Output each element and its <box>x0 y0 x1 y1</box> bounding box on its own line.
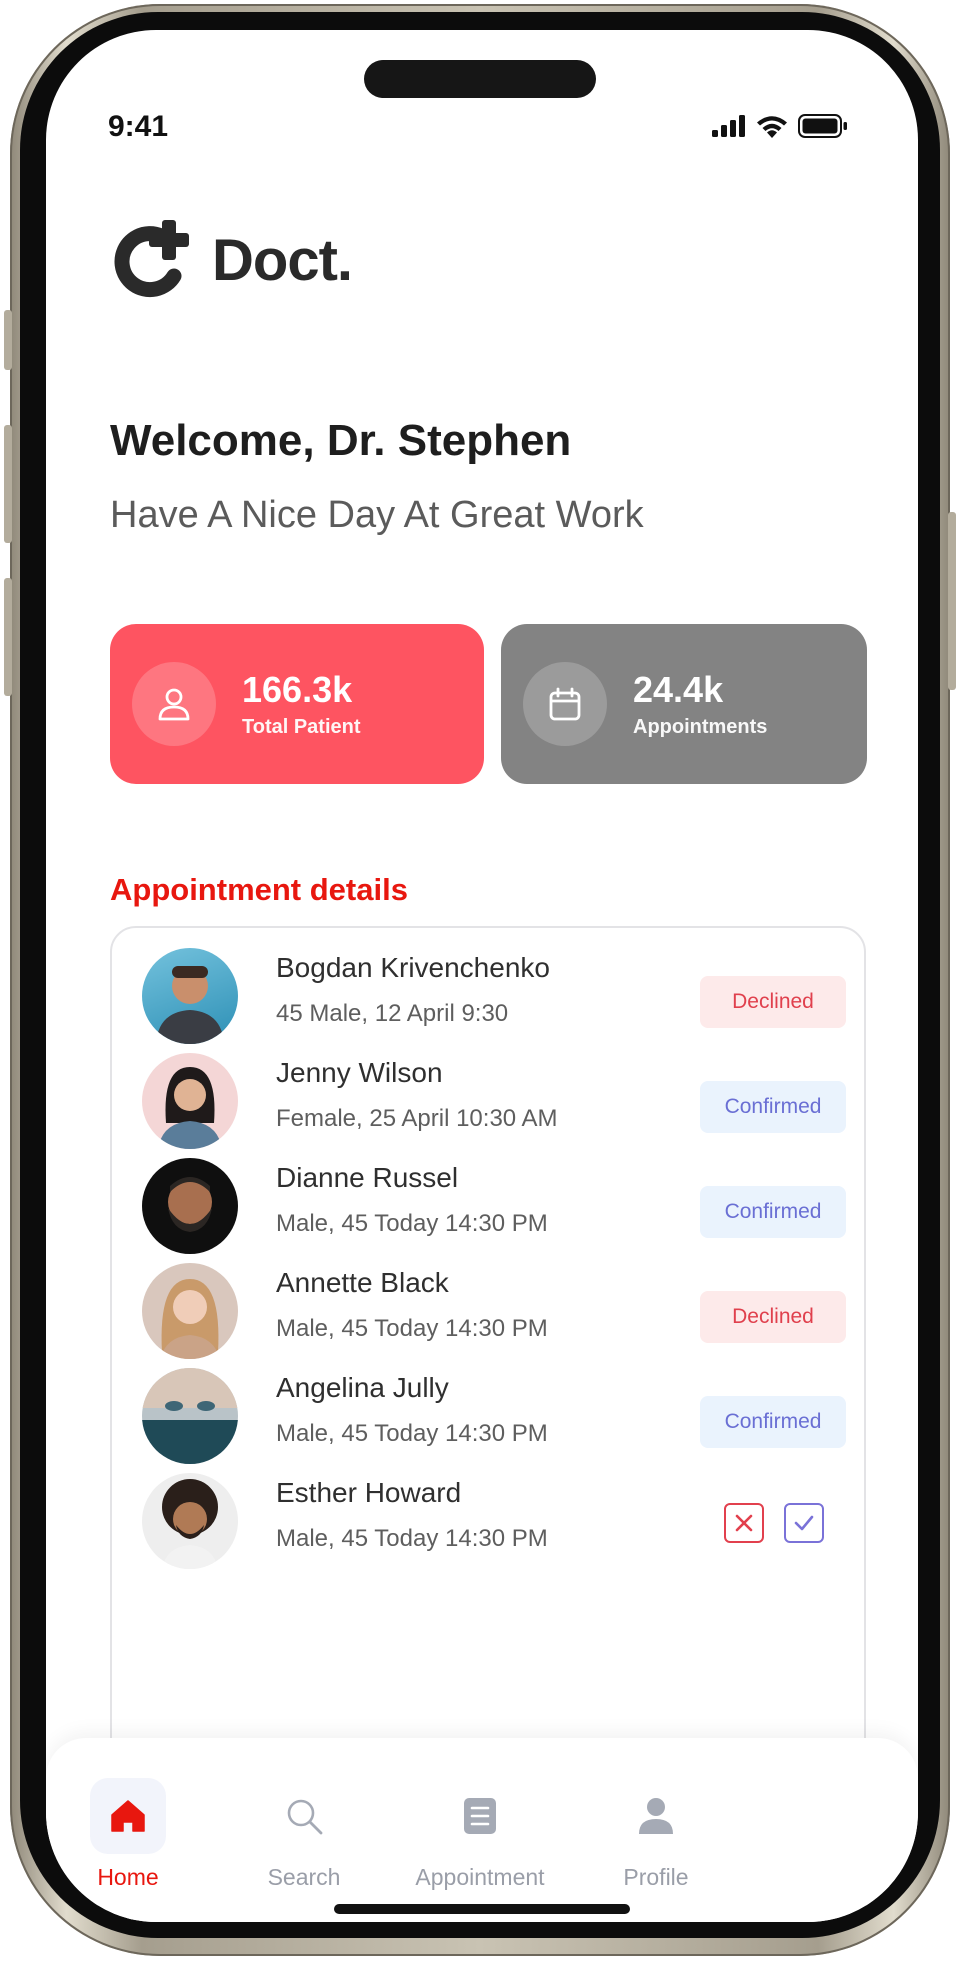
doct-logo-icon <box>114 220 189 298</box>
home-indicator <box>334 1904 630 1914</box>
battery-icon <box>798 114 847 138</box>
nav-label: Appointment <box>415 1864 545 1890</box>
user-icon <box>158 688 190 721</box>
status-badge: Declined <box>700 976 846 1028</box>
app-logo: Doct. <box>112 220 353 300</box>
patient-info: Male, 45 Today 14:30 PM <box>276 1525 548 1552</box>
volume-down-button <box>4 578 12 696</box>
nav-icon-wrap <box>90 1778 166 1854</box>
calendar-icon <box>549 687 581 721</box>
nav-icon-wrap <box>442 1778 518 1854</box>
nav-appointment[interactable]: Appointment <box>390 1778 570 1891</box>
patient-info: Male, 45 Today 14:30 PM <box>276 1315 548 1342</box>
patient-name: Esther Howard <box>276 1477 462 1508</box>
decline-button[interactable] <box>724 1503 764 1543</box>
nav-home[interactable]: Home <box>46 1778 218 1891</box>
stat-icon-circle <box>523 662 607 746</box>
document-list-icon <box>464 1798 496 1834</box>
stat-value: 166.3k <box>242 668 353 710</box>
nav-profile[interactable]: Profile <box>566 1778 746 1891</box>
patient-name: Dianne Russel <box>276 1162 459 1193</box>
patient-info: Male, 45 Today 14:30 PM <box>276 1420 548 1447</box>
accept-button[interactable] <box>784 1503 824 1543</box>
nav-label: Search <box>267 1864 341 1890</box>
avatar <box>142 1473 238 1569</box>
patient-name: Bogdan Krivenchenko <box>276 952 550 983</box>
stat-label: Total Patient <box>242 715 361 738</box>
search-icon <box>287 1799 323 1835</box>
profile-icon <box>639 1798 673 1834</box>
patient-info: 45 Male, 12 April 9:30 <box>276 1000 509 1027</box>
nav-label: Profile <box>623 1864 689 1890</box>
stat-label: Appointments <box>633 715 768 738</box>
nav-icon-wrap <box>618 1778 694 1854</box>
nav-search[interactable]: Search <box>214 1778 394 1891</box>
avatar <box>142 1053 238 1149</box>
patient-info: Female, 25 April 10:30 AM <box>276 1105 558 1132</box>
welcome-title: Welcome, Dr. Stephen <box>110 416 572 465</box>
stat-icon-circle <box>132 662 216 746</box>
screen: 9:41 Doct. Welcome, Dr. Stephen Have A N… <box>46 30 918 1922</box>
volume-up-button <box>4 425 12 543</box>
total-patient-card[interactable]: 166.3k Total Patient <box>110 624 484 784</box>
home-icon <box>111 1800 145 1832</box>
status-time: 9:41 <box>108 110 169 143</box>
patient-name: Jenny Wilson <box>276 1057 443 1088</box>
avatar <box>142 1158 238 1254</box>
cellular-signal-icon <box>712 115 745 137</box>
bottom-navigation: Home Search Appointment Profile <box>46 1738 918 1922</box>
power-button <box>948 512 956 690</box>
wifi-icon <box>757 115 787 138</box>
avatar <box>142 948 238 1044</box>
logo-text: Doct. <box>212 227 353 293</box>
status-badge: Declined <box>700 1291 846 1343</box>
status-badge: Confirmed <box>700 1186 846 1238</box>
status-badge: Confirmed <box>700 1081 846 1133</box>
avatar <box>142 1368 238 1464</box>
patient-name: Angelina Jully <box>276 1372 449 1403</box>
appointment-details-heading: Appointment details <box>110 872 408 907</box>
nav-label: Home <box>97 1864 159 1890</box>
check-icon <box>794 1515 814 1531</box>
mute-switch <box>4 310 12 370</box>
welcome-subtitle: Have A Nice Day At Great Work <box>110 494 644 536</box>
nav-icon-wrap <box>266 1778 342 1854</box>
avatar <box>142 1263 238 1359</box>
patient-info: Male, 45 Today 14:30 PM <box>276 1210 548 1237</box>
status-icons <box>712 114 848 138</box>
status-badge: Confirmed <box>700 1396 846 1448</box>
appointments-card[interactable]: 24.4k Appointments <box>501 624 867 784</box>
list-item[interactable]: Esther Howard Male, 45 Today 14:30 PM <box>112 1453 868 1584</box>
dynamic-island <box>364 60 596 98</box>
close-icon <box>735 1514 753 1532</box>
stat-value: 24.4k <box>633 668 724 710</box>
patient-name: Annette Black <box>276 1267 449 1298</box>
